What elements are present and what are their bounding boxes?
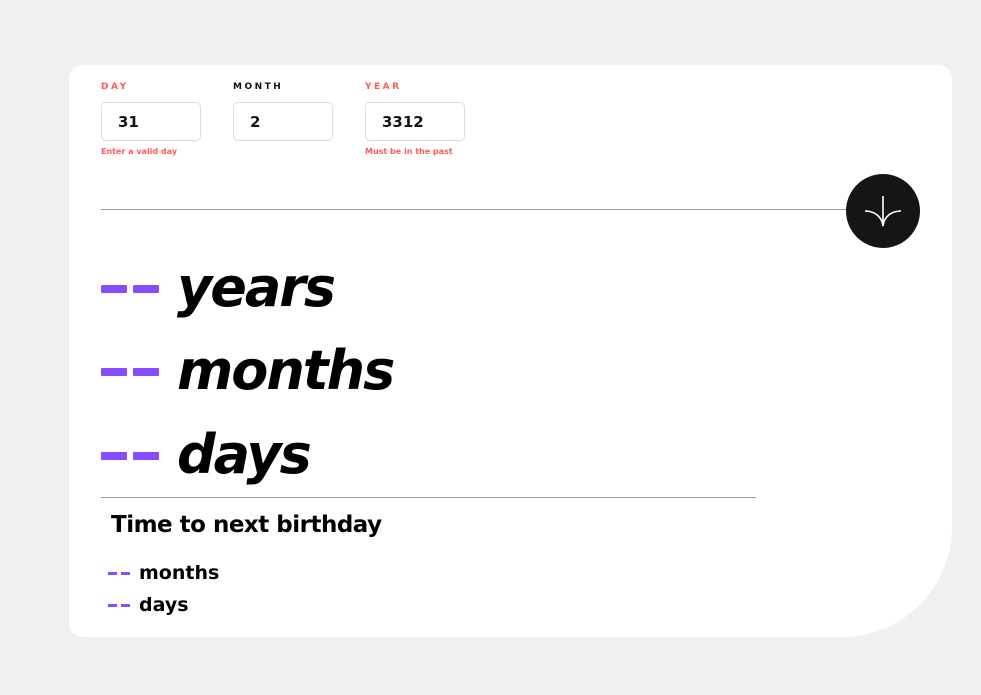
days-unit: days — [177, 423, 312, 486]
divider — [101, 209, 849, 210]
day-label: DAY — [101, 82, 129, 92]
day-field: DAY Enter a valid day — [101, 82, 201, 157]
next-months-unit: months — [139, 562, 220, 584]
result-days: days — [101, 415, 312, 495]
day-error-message: Enter a valid day — [101, 147, 178, 156]
next-months-value-placeholder — [108, 572, 131, 576]
next-birthday-days: days — [108, 592, 189, 618]
next-days-unit: days — [139, 594, 189, 616]
result-years: years — [101, 248, 336, 328]
next-birthday-months: months — [108, 560, 219, 586]
year-input[interactable] — [365, 102, 465, 141]
months-value-placeholder — [101, 368, 161, 378]
submit-button[interactable] — [846, 174, 920, 248]
month-input[interactable] — [233, 102, 333, 141]
result-months: months — [101, 331, 395, 411]
day-input[interactable] — [101, 102, 201, 141]
year-label: YEAR — [365, 82, 402, 92]
year-field: YEAR Must be in the past — [365, 82, 465, 157]
next-days-value-placeholder — [108, 604, 131, 608]
months-unit: months — [177, 339, 395, 402]
next-birthday-title: Time to next birthday — [111, 512, 382, 538]
year-error-message: Must be in the past — [365, 147, 453, 156]
years-value-placeholder — [101, 285, 161, 295]
years-unit: years — [177, 256, 336, 319]
section-divider — [101, 497, 756, 498]
age-calculator-card: DAY Enter a valid day MONTH YEAR Must be… — [69, 65, 952, 637]
days-value-placeholder — [101, 452, 161, 462]
month-field: MONTH — [233, 82, 333, 141]
arrow-down-icon — [864, 196, 902, 227]
month-label: MONTH — [233, 82, 284, 92]
